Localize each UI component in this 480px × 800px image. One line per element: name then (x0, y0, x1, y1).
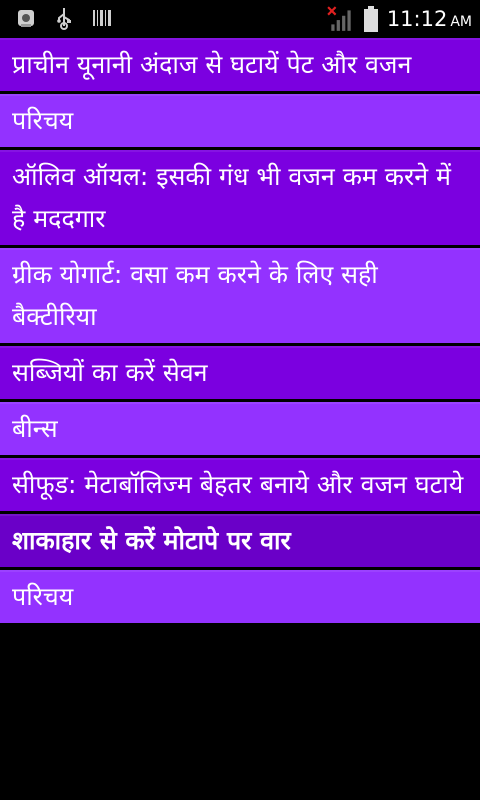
article-list: प्राचीन यूनानी अंदाज से घटायें पेट और वज… (0, 38, 480, 800)
battery-icon (363, 6, 378, 32)
status-bar: 11:12 AM (0, 0, 480, 38)
barcode-icon (93, 10, 111, 26)
list-item-8[interactable]: परिचय (0, 570, 480, 623)
list-item-1[interactable]: परिचय (0, 94, 480, 147)
android-debug-icon (18, 10, 34, 27)
list-item-0[interactable]: प्राचीन यूनानी अंदाज से घटायें पेट और वज… (0, 38, 480, 91)
list-item-2[interactable]: ऑलिव ऑयल: इसकी गंध भी वजन कम करने में है… (0, 150, 480, 245)
clock: 11:12 AM (386, 7, 472, 31)
list-item-4[interactable]: सब्जियों का करें सेवन (0, 346, 480, 399)
list-item-3[interactable]: ग्रीक योगार्ट: वसा कम करने के लिए सही बै… (0, 248, 480, 343)
status-right: 11:12 AM (327, 0, 472, 38)
section-header[interactable]: शाकाहार से करें मोटापे पर वार (0, 514, 480, 567)
usb-icon (57, 8, 71, 30)
notification-icons (14, 6, 114, 30)
no-signal-icon (327, 6, 351, 31)
list-item-5[interactable]: बीन्स (0, 402, 480, 455)
list-item-6[interactable]: सीफूड: मेटाबॉलिज्म बेहतर बनाये और वजन घट… (0, 458, 480, 511)
